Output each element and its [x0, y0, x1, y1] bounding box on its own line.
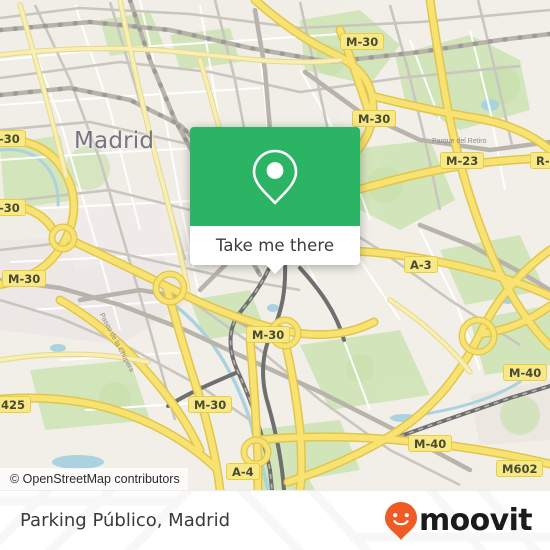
take-me-there-callout[interactable]: Take me there	[190, 127, 360, 274]
take-me-there-label: Take me there	[215, 236, 335, 255]
highway-shield: A-3	[404, 256, 438, 273]
map-pin-icon	[252, 149, 298, 204]
highway-shield: M-30	[246, 326, 291, 343]
highway-shield: M-30	[340, 33, 385, 50]
highway-shield: A-4	[226, 463, 260, 480]
highway-shield: -30	[0, 199, 26, 216]
moovit-wordmark: moovit	[418, 503, 533, 538]
highway-shield: M-40	[408, 435, 453, 452]
highway-shield: M602	[496, 460, 544, 477]
highway-shield: M-23	[440, 152, 485, 169]
callout-icon-panel	[190, 127, 360, 226]
moovit-map-card: Madrid Paseo de la Chopera Parque del Re…	[0, 0, 550, 550]
highway-shield: M-30	[352, 110, 397, 127]
place-title: Parking Público, Madrid	[20, 510, 230, 531]
highway-shield: -30	[0, 130, 26, 147]
highway-shield: M-30	[188, 396, 233, 413]
highway-shield: M-40	[503, 364, 548, 381]
highway-shield: 425	[0, 396, 32, 413]
moovit-logo[interactable]: moovit	[384, 501, 533, 541]
highway-shield: M-30	[2, 270, 47, 287]
callout-tail	[266, 265, 284, 274]
highway-shield: R-3	[530, 152, 550, 169]
moovit-smiley-pin-icon	[384, 501, 417, 540]
callout-action-bar[interactable]: Take me there	[190, 226, 360, 265]
footer-bar: Parking Público, Madrid moovit	[0, 490, 550, 550]
osm-attribution[interactable]: © OpenStreetMap contributors	[0, 468, 188, 490]
